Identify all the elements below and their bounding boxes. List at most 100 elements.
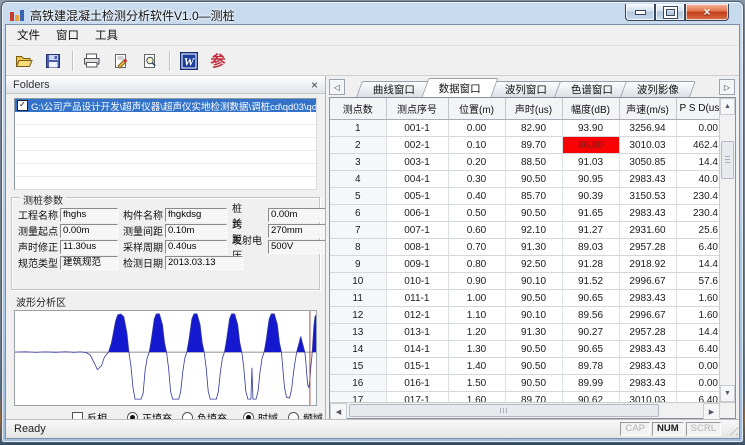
- table-cell[interactable]: 0.00: [448, 120, 505, 137]
- table-cell[interactable]: 82.90: [505, 120, 562, 137]
- table-cell[interactable]: 90.95: [562, 171, 619, 188]
- table-cell[interactable]: 1.10: [448, 307, 505, 324]
- folder-list-item[interactable]: ✓ G:\公司产品设计开发\超声仪器\超声仪实地检测数据\调桩cd\qd03\q…: [15, 99, 316, 112]
- table-cell[interactable]: 2996.67: [619, 307, 676, 324]
- table-cell[interactable]: 2983.43: [619, 290, 676, 307]
- table-cell[interactable]: 462.4: [676, 137, 719, 154]
- table-cell[interactable]: 014-1: [386, 341, 448, 358]
- component-name-field[interactable]: fhgkdsg: [165, 208, 227, 222]
- title-bar[interactable]: 高铁建混凝土检测分析软件V1.0—测桩 ×: [2, 2, 743, 26]
- params-button[interactable]: 参: [205, 49, 231, 73]
- positive-fill-radio[interactable]: [127, 412, 138, 419]
- table-row[interactable]: 5005-10.4085.7090.393150.53230.4: [330, 188, 719, 205]
- start-point-field[interactable]: 0.00m: [60, 224, 118, 238]
- table-cell[interactable]: 2983.43: [619, 205, 676, 222]
- table-row[interactable]: 10010-10.9090.1091.522996.6757.6: [330, 273, 719, 290]
- table-cell[interactable]: 3050.85: [619, 154, 676, 171]
- table-cell[interactable]: 91.52: [562, 273, 619, 290]
- negative-fill-radio[interactable]: [182, 412, 193, 419]
- table-cell[interactable]: 2931.60: [619, 222, 676, 239]
- tab-5[interactable]: 波列影像: [620, 81, 696, 97]
- table-cell[interactable]: 0.00: [676, 358, 719, 375]
- table-cell[interactable]: 3256.94: [619, 120, 676, 137]
- table-cell[interactable]: 016-1: [386, 375, 448, 392]
- table-cell[interactable]: 2983.43: [619, 358, 676, 375]
- table-cell[interactable]: 008-1: [386, 239, 448, 256]
- table-cell[interactable]: 005-1: [386, 188, 448, 205]
- table-cell[interactable]: 90.65: [562, 290, 619, 307]
- tab-2[interactable]: 数据窗口: [422, 78, 499, 97]
- table-row[interactable]: 13013-11.2091.3090.272957.2814.4: [330, 324, 719, 341]
- table-cell[interactable]: 90.39: [562, 188, 619, 205]
- vertical-scrollbar[interactable]: ▲ ▼: [719, 98, 735, 402]
- table-row[interactable]: 17017-11.6089.7090.623010.036.40: [330, 392, 719, 403]
- table-cell[interactable]: 012-1: [386, 307, 448, 324]
- table-cell[interactable]: 0.90: [448, 273, 505, 290]
- column-header[interactable]: 声速(m/s): [619, 98, 676, 120]
- table-cell[interactable]: 10: [330, 273, 386, 290]
- table-cell[interactable]: 1.30: [448, 341, 505, 358]
- table-cell[interactable]: 89.99: [562, 375, 619, 392]
- scroll-right-icon[interactable]: ▶: [703, 403, 720, 420]
- pile-length-field[interactable]: 0.00m: [268, 208, 326, 222]
- tab-1[interactable]: 曲线窗口: [356, 81, 432, 97]
- time-correction-field[interactable]: 11.30us: [60, 240, 118, 254]
- table-cell[interactable]: 8: [330, 239, 386, 256]
- time-domain-radio[interactable]: [243, 412, 254, 419]
- table-cell[interactable]: 017-1: [386, 392, 448, 403]
- table-cell[interactable]: 89.70: [505, 392, 562, 403]
- table-row[interactable]: 15015-11.4090.5089.782983.430.00: [330, 358, 719, 375]
- table-cell[interactable]: 9: [330, 256, 386, 273]
- table-cell[interactable]: 90.50: [505, 205, 562, 222]
- table-cell[interactable]: 006-1: [386, 205, 448, 222]
- tab-3[interactable]: 波列窗口: [488, 81, 564, 97]
- table-cell[interactable]: 14.4: [676, 324, 719, 341]
- table-cell[interactable]: 11: [330, 290, 386, 307]
- table-cell[interactable]: 001-1: [386, 120, 448, 137]
- table-cell[interactable]: 90.50: [505, 290, 562, 307]
- table-cell[interactable]: 86.80: [562, 137, 619, 154]
- table-cell[interactable]: 92.50: [505, 256, 562, 273]
- table-cell[interactable]: 7: [330, 222, 386, 239]
- save-button[interactable]: [40, 49, 66, 73]
- table-cell[interactable]: 009-1: [386, 256, 448, 273]
- invert-checkbox[interactable]: [72, 412, 83, 419]
- tab-4[interactable]: 色谱窗口: [554, 81, 630, 97]
- table-cell[interactable]: 90.27: [562, 324, 619, 341]
- table-cell[interactable]: 89.70: [505, 137, 562, 154]
- table-cell[interactable]: 17: [330, 392, 386, 403]
- table-cell[interactable]: 0.60: [448, 222, 505, 239]
- table-cell[interactable]: 90.50: [505, 171, 562, 188]
- table-cell[interactable]: 91.30: [505, 324, 562, 341]
- table-cell[interactable]: 013-1: [386, 324, 448, 341]
- column-header[interactable]: 测点序号: [386, 98, 448, 120]
- table-cell[interactable]: 89.56: [562, 307, 619, 324]
- folders-close-icon[interactable]: ×: [311, 79, 318, 91]
- table-cell[interactable]: 6.40: [676, 341, 719, 358]
- table-cell[interactable]: 5: [330, 188, 386, 205]
- table-cell[interactable]: 0.70: [448, 239, 505, 256]
- table-cell[interactable]: 2983.43: [619, 341, 676, 358]
- vertical-scroll-thumb[interactable]: [721, 141, 734, 179]
- span-field[interactable]: 270mm: [268, 224, 326, 238]
- table-row[interactable]: 3003-10.2088.5091.033050.8514.4: [330, 154, 719, 171]
- table-cell[interactable]: 002-1: [386, 137, 448, 154]
- table-cell[interactable]: 1.60: [676, 307, 719, 324]
- table-cell[interactable]: 85.70: [505, 188, 562, 205]
- table-cell[interactable]: 25.6: [676, 222, 719, 239]
- sample-period-field[interactable]: 0.40us: [165, 240, 227, 254]
- table-cell[interactable]: 2957.28: [619, 324, 676, 341]
- menu-tools[interactable]: 工具: [87, 25, 126, 45]
- spacing-field[interactable]: 0.10m: [165, 224, 227, 238]
- table-cell[interactable]: 14: [330, 341, 386, 358]
- table-cell[interactable]: 12: [330, 307, 386, 324]
- freq-domain-radio[interactable]: [288, 412, 299, 419]
- table-cell[interactable]: 1.20: [448, 324, 505, 341]
- table-row[interactable]: 12012-11.1090.1089.562996.671.60: [330, 307, 719, 324]
- table-cell[interactable]: 90.10: [505, 307, 562, 324]
- table-cell[interactable]: 91.30: [505, 239, 562, 256]
- table-cell[interactable]: 40.0: [676, 171, 719, 188]
- tab-scroll-right-button[interactable]: ▷: [719, 79, 735, 95]
- table-cell[interactable]: 2918.92: [619, 256, 676, 273]
- table-cell[interactable]: 91.27: [562, 222, 619, 239]
